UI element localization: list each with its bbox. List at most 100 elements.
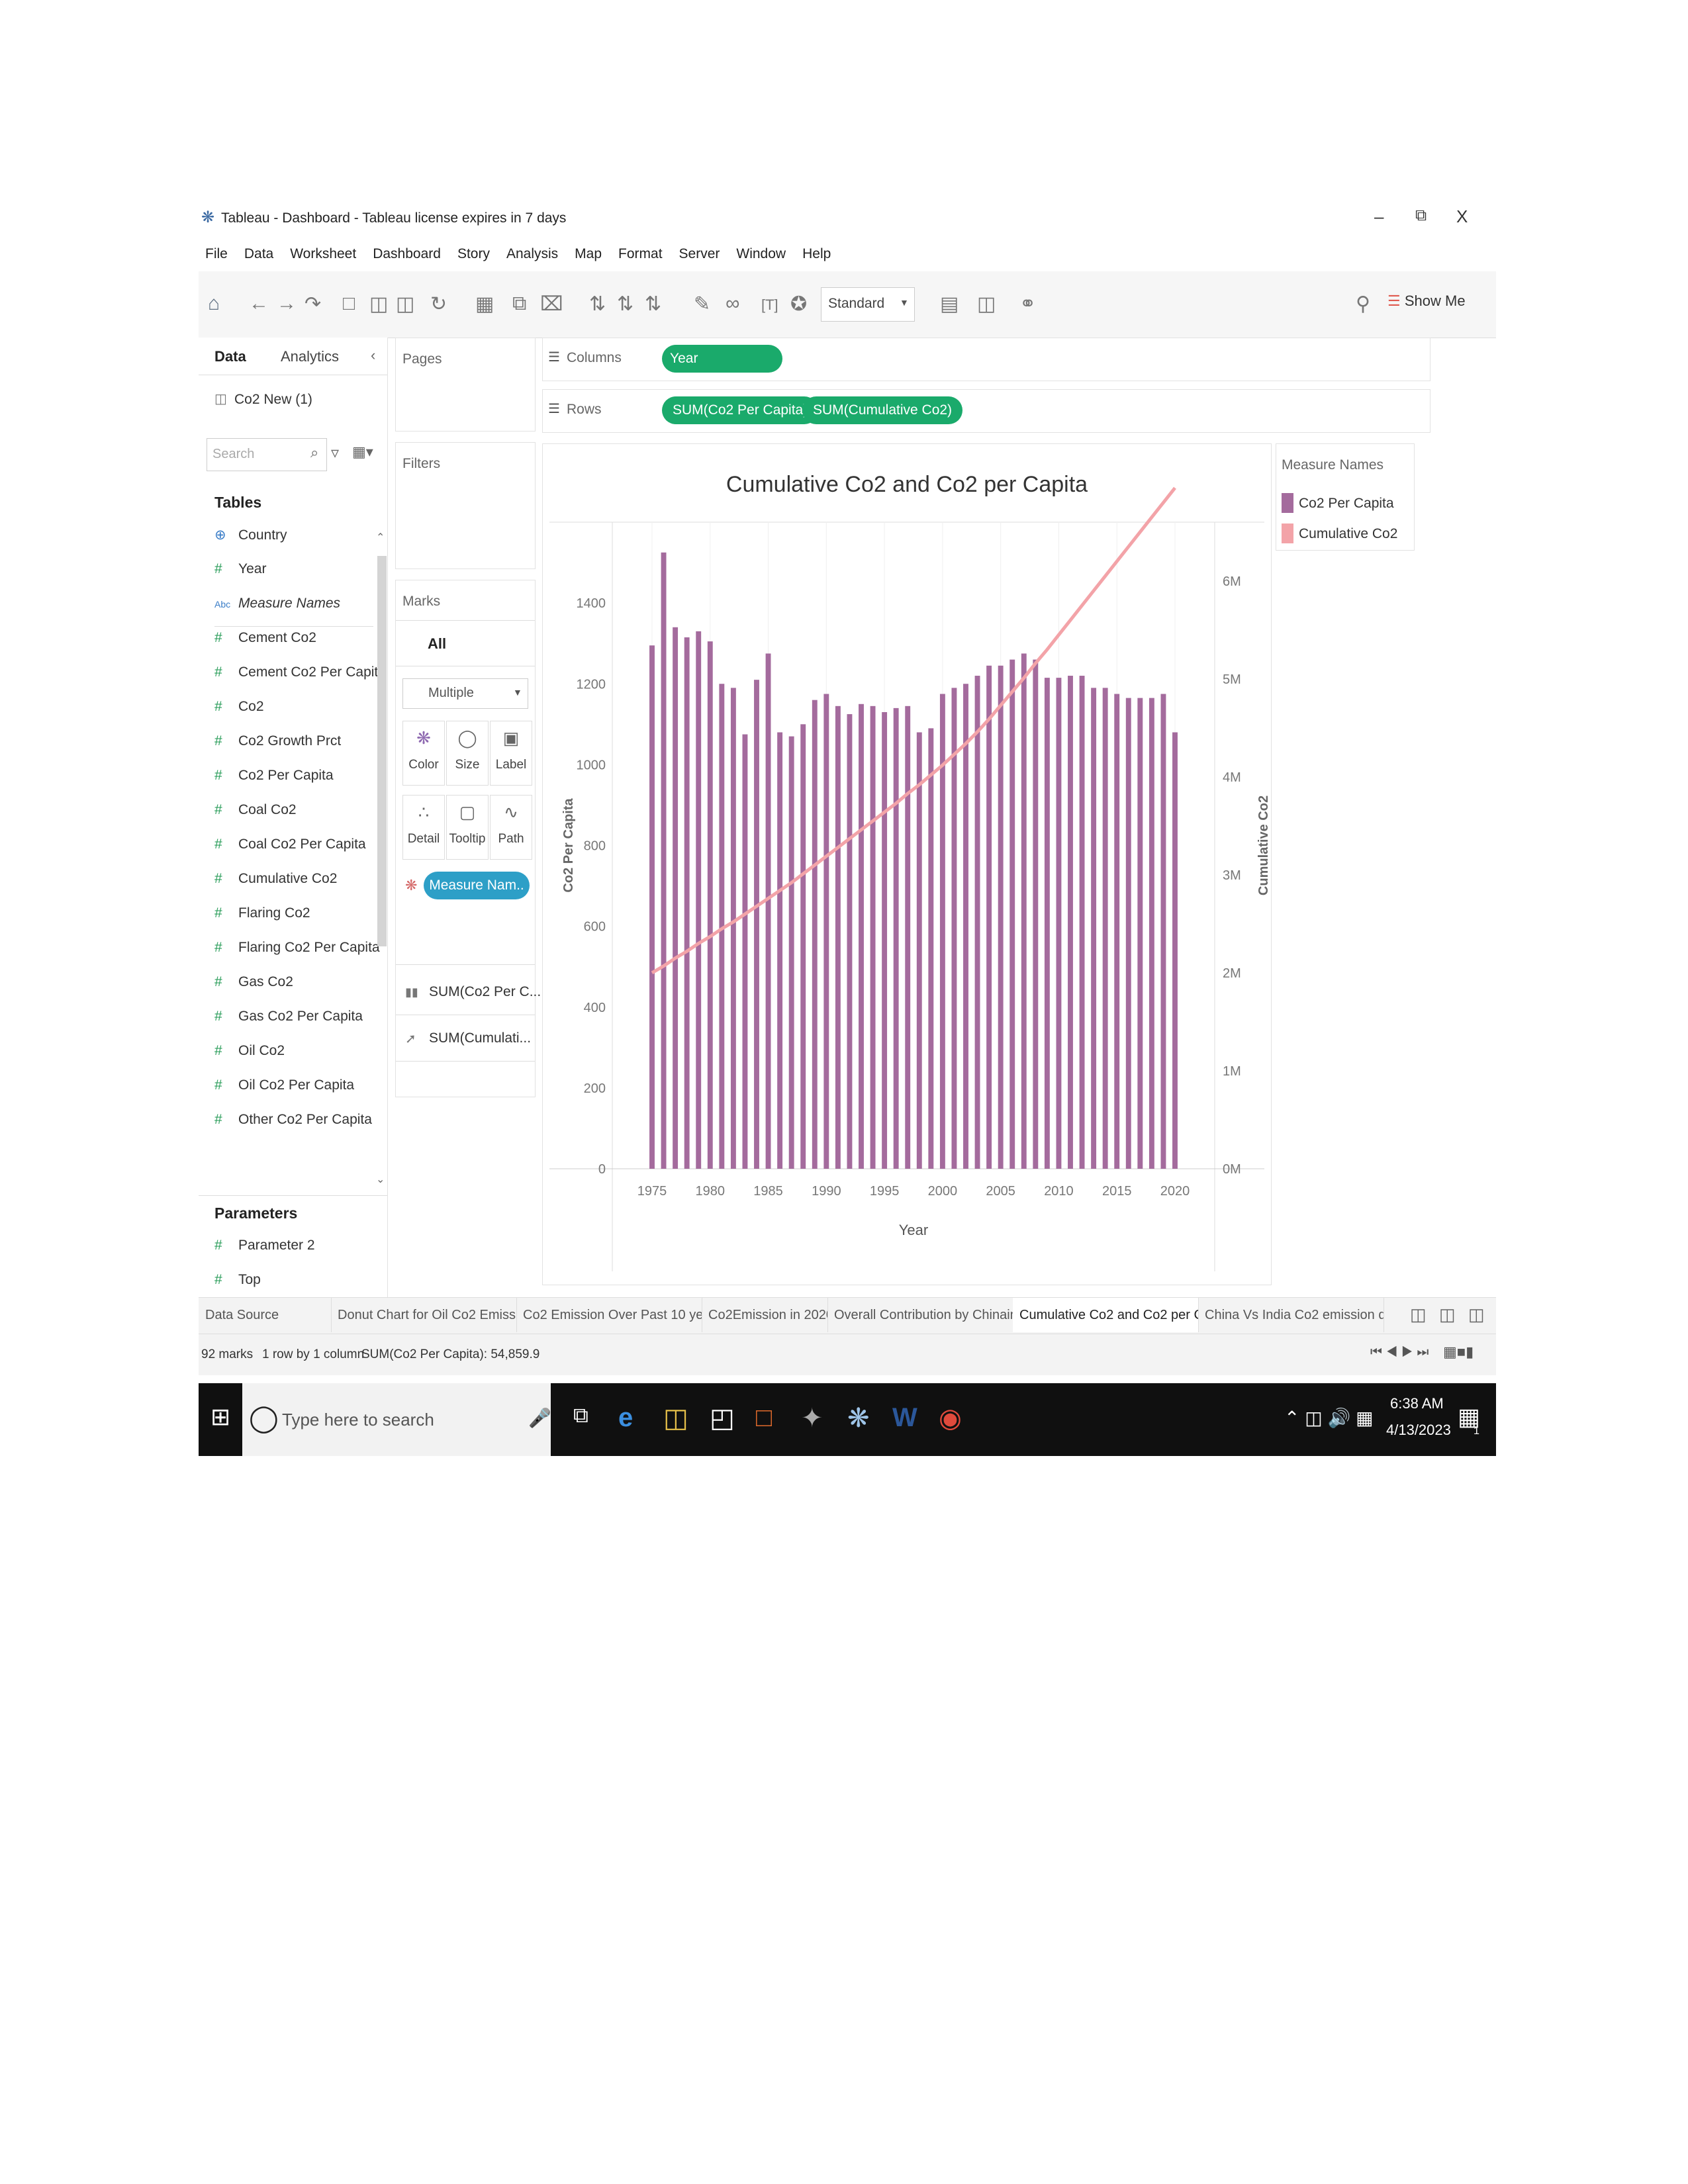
field-item[interactable]: # Cement Co2	[214, 630, 316, 646]
replay-icon[interactable]: ↷	[305, 293, 321, 316]
field-item[interactable]: # Gas Co2	[214, 974, 293, 990]
minimize-button[interactable]: –	[1374, 206, 1383, 227]
sheet-tab[interactable]: China Vs India Co2 emission du...	[1198, 1298, 1384, 1332]
show-me-button[interactable]: ☰ Show Me	[1387, 293, 1466, 310]
redo-icon[interactable]: →	[277, 293, 297, 315]
sheet-tab[interactable]: Donut Chart for Oil Co2 Emission	[331, 1298, 517, 1332]
tooltip-button[interactable]: ▢ Tooltip	[446, 795, 489, 860]
menu-analysis[interactable]: Analysis	[506, 246, 558, 262]
field-item[interactable]: Abc Measure Names	[214, 596, 340, 612]
field-item[interactable]: # Gas Co2 Per Capita	[214, 1009, 363, 1024]
parameter-item[interactable]: # Parameter 2	[214, 1238, 315, 1253]
field-item[interactable]: # Flaring Co2	[214, 905, 310, 921]
field-scrollbar[interactable]	[377, 556, 387, 946]
refresh-icon[interactable]: ↻	[430, 293, 447, 316]
detail-button[interactable]: ∴ Detail	[402, 795, 445, 860]
menu-file[interactable]: File	[205, 246, 228, 262]
field-item[interactable]: # Co2 Per Capita	[214, 768, 334, 784]
view-toggle-icon[interactable]: ▦■▮	[1443, 1343, 1474, 1361]
field-item[interactable]: # Co2	[214, 699, 264, 715]
restore-button[interactable]: ⧉	[1415, 206, 1427, 225]
collapse-icon[interactable]: ‹	[371, 347, 375, 364]
new-datasource-icon[interactable]: ◫	[369, 293, 388, 316]
scroll-up-icon[interactable]: ⌃	[376, 531, 385, 544]
datasource-name[interactable]: Co2 New (1)	[234, 392, 312, 408]
field-item[interactable]: # Oil Co2	[214, 1043, 285, 1059]
menu-worksheet[interactable]: Worksheet	[290, 246, 356, 262]
parameter-item[interactable]: # Top	[214, 1272, 261, 1288]
edge-icon[interactable]: e	[618, 1403, 633, 1433]
tableau-taskbar-icon[interactable]: ❋	[847, 1403, 870, 1433]
new-dashboard-tab-icon[interactable]: ◫	[1439, 1304, 1456, 1325]
pause-updates-icon[interactable]: ◫	[396, 293, 414, 316]
labels-icon[interactable]: [T]	[761, 296, 778, 314]
sort-desc-icon[interactable]: ⇅	[645, 293, 661, 316]
path-button[interactable]: ∿ Path	[490, 795, 532, 860]
view-options-icon[interactable]: ▦▾	[352, 443, 373, 461]
sheet-tab[interactable]: Cumulative Co2 and Co2 per C...	[1013, 1298, 1199, 1332]
sort-asc-icon[interactable]: ⇅	[617, 293, 633, 316]
measure-names-pill[interactable]: Measure Nam..	[424, 872, 530, 899]
menu-data[interactable]: Data	[244, 246, 273, 262]
search-input[interactable]: Search ⌕	[207, 438, 327, 471]
new-story-tab-icon[interactable]: ◫	[1468, 1304, 1485, 1325]
highlight-icon[interactable]: ✎	[694, 293, 710, 316]
sheet-tab[interactable]: Overall Contribution by Chinain ...	[827, 1298, 1013, 1332]
duplicate-icon[interactable]: ⧉	[512, 293, 526, 315]
tab-data[interactable]: Data	[214, 348, 246, 365]
field-item[interactable]: ⊕ Country	[214, 527, 287, 543]
save-icon[interactable]: □	[343, 293, 355, 315]
chrome-icon[interactable]: ◉	[939, 1403, 962, 1433]
word-icon[interactable]: W	[892, 1403, 917, 1433]
menu-server[interactable]: Server	[679, 246, 720, 262]
field-item[interactable]: # Coal Co2 Per Capita	[214, 837, 366, 852]
close-button[interactable]: X	[1456, 206, 1468, 227]
cumulative-co2-pill[interactable]: SUM(Cumulative Co2)	[802, 396, 963, 424]
color-button[interactable]: ❋ Color	[402, 721, 445, 786]
format-painter-icon[interactable]: ⚲	[1356, 293, 1370, 316]
marks-all-row[interactable]: All	[396, 620, 535, 666]
system-tray-icons[interactable]: ⌃ ◫ 🔊 ▦	[1284, 1407, 1374, 1429]
size-button[interactable]: ◯ Size	[446, 721, 489, 786]
field-item[interactable]: # Flaring Co2 Per Capita	[214, 940, 380, 956]
field-item[interactable]: # Oil Co2 Per Capita	[214, 1077, 354, 1093]
label-button[interactable]: ▣ Label	[490, 721, 532, 786]
undo-icon[interactable]: ←	[249, 293, 269, 315]
share-icon[interactable]: ⚭	[1019, 293, 1036, 316]
marks-sub-card-bar[interactable]: ▮▮ SUM(Co2 Per C...	[396, 971, 541, 1015]
sheet-navigation-icon[interactable]: ⏮ ◀ ▶ ⏭	[1370, 1345, 1429, 1360]
store-icon[interactable]: ◰	[710, 1403, 735, 1433]
field-item[interactable]: # Coal Co2	[214, 802, 297, 818]
marks-sub-card-line[interactable]: ➚ SUM(Cumulati...	[396, 1017, 535, 1062]
taskbar-search[interactable]: ◯ Type here to search 🎤	[242, 1383, 551, 1456]
windows-start-icon[interactable]: ⊞	[211, 1403, 230, 1431]
new-worksheet-tab-icon[interactable]: ◫	[1410, 1304, 1427, 1325]
scroll-down-icon[interactable]: ⌄	[376, 1173, 385, 1186]
co2-per-capita-pill[interactable]: SUM(Co2 Per Capita)	[662, 396, 819, 424]
app-icon[interactable]: ✦	[801, 1403, 823, 1433]
group-icon[interactable]: ∞	[726, 293, 739, 315]
office-icon[interactable]: □	[756, 1403, 772, 1433]
field-item[interactable]: # Co2 Growth Prct	[214, 733, 341, 749]
presentation-icon[interactable]: ◫	[977, 293, 996, 316]
clear-sheet-icon[interactable]: ⌧	[540, 293, 563, 316]
mark-type-select[interactable]: Multiple ▼	[402, 678, 528, 709]
filter-icon[interactable]: ▿	[331, 443, 339, 463]
field-item[interactable]: # Other Co2 Per Capita	[214, 1112, 372, 1128]
file-explorer-icon[interactable]: ◫	[663, 1403, 688, 1433]
field-item[interactable]: # Cement Co2 Per Capita	[214, 664, 386, 680]
show-cards-icon[interactable]: ▤	[940, 293, 959, 316]
sheet-tab[interactable]: Co2Emission in 2020	[702, 1298, 828, 1332]
menu-window[interactable]: Window	[736, 246, 786, 262]
year-pill[interactable]: Year	[662, 345, 782, 373]
columns-shelf[interactable]: ☰ Columns Year	[542, 338, 1430, 381]
pin-icon[interactable]: ✪	[790, 293, 807, 316]
tab-analytics[interactable]: Analytics	[281, 348, 339, 365]
rows-shelf[interactable]: ☰ Rows SUM(Co2 Per Capita) SUM(Cumulativ…	[542, 389, 1430, 433]
sheet-tab[interactable]: Data Source	[199, 1298, 332, 1332]
menu-story[interactable]: Story	[457, 246, 490, 262]
menu-map[interactable]: Map	[575, 246, 602, 262]
home-icon[interactable]: ⌂	[208, 293, 220, 315]
field-item[interactable]: # Cumulative Co2	[214, 871, 337, 887]
swap-icon[interactable]: ⇅	[589, 293, 606, 316]
